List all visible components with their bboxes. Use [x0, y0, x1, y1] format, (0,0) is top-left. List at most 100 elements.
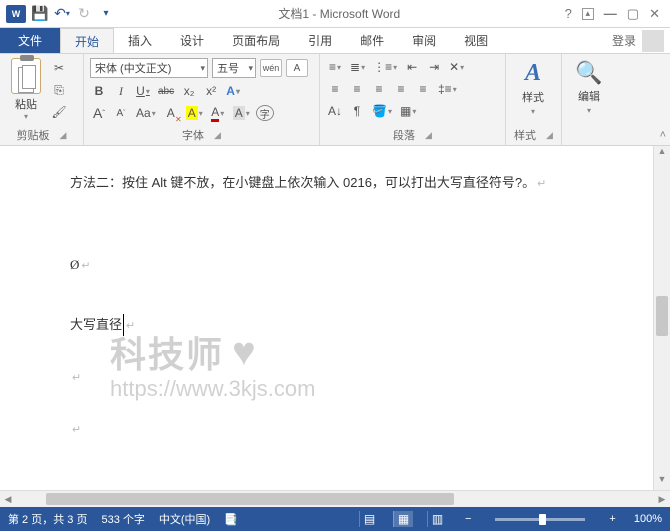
text-effects-button[interactable]: A — [224, 82, 242, 100]
ribbon-display-icon[interactable]: ▴ — [582, 8, 594, 20]
asian-layout-button[interactable]: ✕ — [447, 58, 466, 76]
align-right-button[interactable]: ≡ — [370, 80, 388, 98]
decrease-indent-button[interactable]: ⇤ — [403, 58, 421, 76]
scroll-thumb-h[interactable] — [46, 493, 454, 505]
subscript-button[interactable]: x₂ — [180, 82, 198, 100]
tab-design[interactable]: 设计 — [166, 28, 218, 53]
paste-button[interactable]: 粘贴 ▾ — [6, 58, 46, 125]
show-marks-button[interactable]: ¶ — [348, 102, 366, 120]
minimize-icon[interactable]: — — [604, 6, 617, 21]
text-cursor: 大写直径 — [70, 314, 124, 336]
language-status[interactable]: 中文(中国) — [159, 511, 210, 527]
paragraph-4: ↵ — [70, 366, 583, 388]
styles-launcher-icon[interactable]: ◢ — [546, 130, 553, 141]
scroll-up-icon[interactable]: ▲ — [654, 146, 670, 162]
close-icon[interactable]: ✕ — [649, 6, 660, 22]
qat-customize-icon[interactable]: ▾ — [98, 6, 114, 22]
phonetic-guide-button[interactable]: wén — [260, 59, 282, 77]
shrink-font-button[interactable]: Aˇ — [112, 104, 130, 122]
word-app-icon[interactable]: W — [6, 5, 26, 23]
multilevel-list-button[interactable]: ⋮≡ — [371, 58, 399, 76]
sort-button[interactable]: A↓ — [326, 102, 344, 120]
scroll-right-icon[interactable]: ▶ — [654, 494, 670, 505]
tab-references[interactable]: 引用 — [294, 28, 346, 53]
underline-button[interactable]: U — [134, 82, 152, 100]
tab-home[interactable]: 开始 — [60, 28, 114, 53]
word-count-status[interactable]: 533 个字 — [101, 511, 144, 527]
group-paragraph: ≡ ≣ ⋮≡ ⇤ ⇥ ✕ ≡ ≡ ≡ ≡ ≡ ‡≡ A↓ ¶ 🪣 ▦ — [320, 54, 506, 145]
align-center-button[interactable]: ≡ — [348, 80, 366, 98]
grow-font-button[interactable]: Aˆ — [90, 104, 108, 122]
zoom-slider-knob[interactable] — [539, 514, 546, 525]
numbering-button[interactable]: ≣ — [348, 58, 367, 76]
save-icon[interactable]: 💾 — [32, 6, 48, 22]
strikethrough-button[interactable]: abc — [156, 82, 176, 100]
scroll-down-icon[interactable]: ▼ — [654, 474, 670, 490]
ribbon-tabs: 文件 开始 插入 设计 页面布局 引用 邮件 审阅 视图 登录 — [0, 28, 670, 54]
clipboard-launcher-icon[interactable]: ◢ — [60, 130, 67, 141]
scroll-thumb[interactable] — [656, 296, 668, 336]
print-layout-icon[interactable]: ▦ — [393, 511, 413, 527]
distributed-button[interactable]: ≡ — [414, 80, 432, 98]
clipboard-icon — [11, 58, 41, 94]
tab-review[interactable]: 审阅 — [398, 28, 450, 53]
borders-button[interactable]: ▦ — [398, 102, 418, 120]
shading-button[interactable]: 🪣 — [370, 102, 394, 120]
font-launcher-icon[interactable]: ◢ — [214, 130, 221, 141]
bullets-button[interactable]: ≡ — [326, 58, 344, 76]
paragraph-mark-icon: ↵ — [72, 372, 81, 384]
maximize-icon[interactable]: ▢ — [627, 6, 639, 22]
status-bar: 第 2 页，共 3 页 533 个字 中文(中国) 📑 ▤ ▦ ▥ − + 10… — [0, 507, 670, 531]
enclose-characters-button[interactable]: 字 — [256, 105, 274, 121]
styles-button[interactable]: A 样式 ▾ — [512, 58, 554, 116]
redo-icon[interactable]: ↻ — [76, 6, 92, 22]
login-area[interactable]: 登录 — [606, 28, 670, 53]
page-number-status[interactable]: 第 2 页，共 3 页 — [8, 511, 87, 527]
clear-formatting-button[interactable]: A✕ — [162, 104, 180, 122]
copy-icon[interactable]: ⎘ — [50, 82, 68, 98]
format-painter-icon[interactable]: 🖌 — [50, 104, 68, 120]
tab-view[interactable]: 视图 — [450, 28, 502, 53]
paragraph-mark-icon: ↵ — [537, 178, 546, 190]
insert-mode-status[interactable]: 📑 — [224, 513, 238, 526]
scroll-left-icon[interactable]: ◀ — [0, 494, 16, 505]
highlight-button[interactable]: A — [184, 104, 205, 122]
superscript-button[interactable]: x² — [202, 82, 220, 100]
align-left-button[interactable]: ≡ — [326, 80, 344, 98]
tab-insert[interactable]: 插入 — [114, 28, 166, 53]
document-page[interactable]: 方法二：按住 Alt 键不放，在小键盘上依次输入 0216，可以打出大写直径符号… — [0, 146, 653, 490]
character-border-button[interactable]: A — [286, 59, 308, 77]
paragraph-mark-icon: ↵ — [81, 260, 90, 272]
find-icon: �binoculars — [575, 60, 602, 86]
tab-file[interactable]: 文件 — [0, 28, 60, 53]
horizontal-scrollbar[interactable]: ◀ ▶ — [0, 490, 670, 507]
character-shading-button[interactable]: A — [231, 104, 252, 122]
group-editing: �binoculars 编辑 ▾ 编辑 — [562, 54, 618, 145]
editing-button[interactable]: �binoculars 编辑 ▾ — [568, 58, 610, 115]
clipboard-group-label: 剪贴板 — [17, 127, 50, 143]
change-case-button[interactable]: Aa — [134, 104, 158, 122]
paragraph-mark-icon: ↵ — [126, 320, 135, 332]
undo-icon[interactable]: ↶▾ — [54, 6, 70, 22]
web-layout-icon[interactable]: ▥ — [427, 511, 447, 527]
help-icon[interactable]: ? — [565, 6, 572, 21]
paragraph-launcher-icon[interactable]: ◢ — [425, 130, 432, 141]
read-mode-icon[interactable]: ▤ — [359, 511, 379, 527]
cut-icon[interactable]: ✂ — [50, 60, 68, 76]
font-size-select[interactable]: 五号 — [212, 58, 256, 78]
font-color-button[interactable]: A — [209, 104, 227, 122]
zoom-slider[interactable] — [495, 518, 585, 521]
tab-layout[interactable]: 页面布局 — [218, 28, 294, 53]
paragraph-3: 大写直径↵ — [70, 314, 583, 336]
vertical-scrollbar[interactable]: ▲ ▼ — [653, 146, 670, 490]
styles-icon: A — [525, 60, 541, 87]
line-spacing-button[interactable]: ‡≡ — [436, 80, 459, 98]
font-name-select[interactable]: 宋体 (中文正文) — [90, 58, 208, 78]
bold-button[interactable]: B — [90, 82, 108, 100]
justify-button[interactable]: ≡ — [392, 80, 410, 98]
increase-indent-button[interactable]: ⇥ — [425, 58, 443, 76]
italic-button[interactable]: I — [112, 82, 130, 100]
quick-access-toolbar: W 💾 ↶▾ ↻ ▾ — [0, 5, 114, 23]
tab-mailings[interactable]: 邮件 — [346, 28, 398, 53]
collapse-ribbon-icon[interactable]: ˄ — [660, 129, 666, 141]
